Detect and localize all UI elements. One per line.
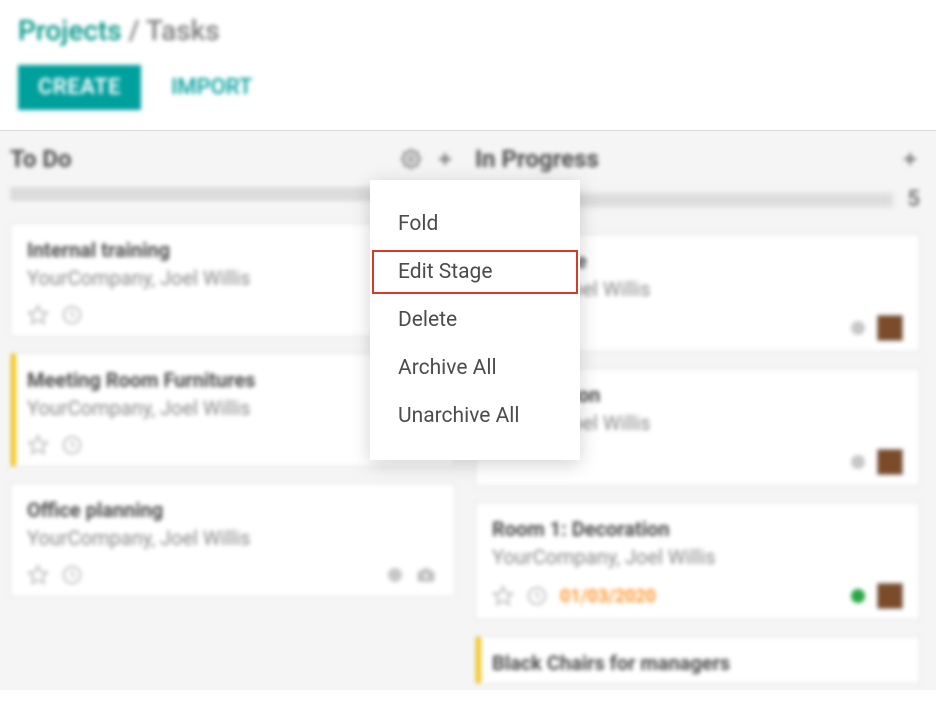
task-title: Room 1: Decoration <box>492 517 903 541</box>
task-card[interactable]: Office planning YourCompany, Joel Willis <box>10 483 455 597</box>
task-due-date: 01/03/2020 <box>560 586 656 607</box>
avatar[interactable] <box>877 315 903 341</box>
status-dot[interactable] <box>388 568 402 582</box>
avatar[interactable] <box>877 449 903 475</box>
gear-icon[interactable] <box>401 149 421 169</box>
clock-icon[interactable] <box>61 434 83 456</box>
clock-icon[interactable] <box>526 585 548 607</box>
avatar[interactable] <box>877 583 903 609</box>
create-button[interactable]: CREATE <box>18 65 141 110</box>
column-count: 5 <box>907 187 920 212</box>
plus-icon[interactable] <box>900 149 920 169</box>
task-card[interactable]: Room 1: Decoration YourCompany, Joel Wil… <box>475 502 920 620</box>
breadcrumb-projects[interactable]: Projects <box>18 14 122 47</box>
menu-fold[interactable]: Fold <box>370 200 580 248</box>
stage-options-menu: Fold Edit Stage Delete Archive All Unarc… <box>370 180 580 460</box>
menu-archive-all[interactable]: Archive All <box>370 344 580 392</box>
column-title: In Progress <box>475 145 599 173</box>
clock-icon[interactable] <box>61 564 83 586</box>
status-dot[interactable] <box>851 455 865 469</box>
task-title: Office planning <box>27 498 438 522</box>
attachment-icon[interactable] <box>414 565 438 585</box>
plus-icon[interactable] <box>435 149 455 169</box>
star-icon[interactable] <box>27 304 49 326</box>
import-button[interactable]: IMPORT <box>171 75 252 100</box>
menu-edit-stage[interactable]: Edit Stage <box>370 248 580 296</box>
menu-delete[interactable]: Delete <box>370 296 580 344</box>
star-icon[interactable] <box>27 434 49 456</box>
star-icon[interactable] <box>27 564 49 586</box>
breadcrumb: Projects / Tasks <box>18 14 918 47</box>
star-icon[interactable] <box>492 585 514 607</box>
column-title: To Do <box>10 145 72 173</box>
task-subtitle: YourCompany, Joel Willis <box>27 526 438 550</box>
task-card[interactable]: Black Chairs for managers <box>475 636 920 684</box>
task-title: Black Chairs for managers <box>492 651 903 675</box>
clock-icon[interactable] <box>61 304 83 326</box>
breadcrumb-sep: / <box>129 14 140 47</box>
breadcrumb-current: Tasks <box>146 14 220 47</box>
task-subtitle: YourCompany, Joel Willis <box>492 545 903 569</box>
menu-unarchive-all[interactable]: Unarchive All <box>370 392 580 440</box>
status-dot[interactable] <box>851 321 865 335</box>
status-dot[interactable] <box>851 589 865 603</box>
